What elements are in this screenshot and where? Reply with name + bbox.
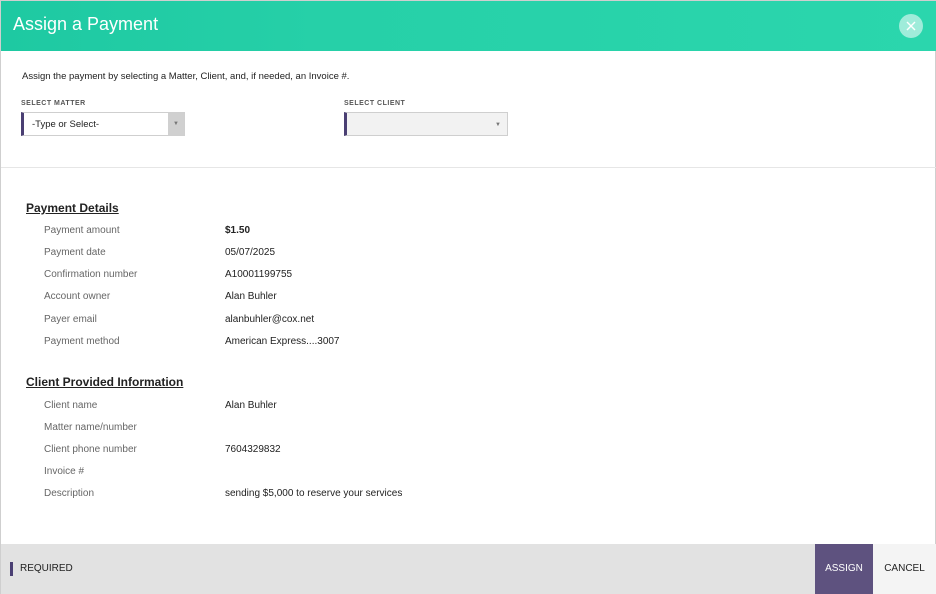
select-client-dropdown[interactable]: ▼ (344, 112, 508, 136)
description-value: sending $5,000 to reserve your services (225, 488, 403, 499)
dialog-footer: REQUIRED ASSIGN CANCEL (1, 544, 936, 594)
select-client-label: SELECT CLIENT (344, 100, 406, 107)
close-button[interactable] (899, 14, 923, 38)
confirmation-number-value: A10001199755 (225, 269, 293, 280)
account-owner-label: Account owner (44, 291, 111, 302)
assign-payment-dialog: Assign a Payment Assign the payment by s… (0, 0, 936, 594)
invoice-number-label: Invoice # (44, 466, 85, 477)
select-matter-toggle[interactable]: ▼ (168, 113, 184, 135)
payment-date-value: 05/07/2025 (225, 247, 276, 258)
payment-method-value: American Express....3007 (225, 336, 340, 347)
required-marker (10, 562, 13, 576)
chevron-down-icon: ▼ (495, 122, 501, 128)
client-phone-value: 7604329832 (225, 444, 281, 455)
account-owner-value: Alan Buhler (225, 291, 277, 302)
cancel-button[interactable]: CANCEL (873, 544, 936, 594)
intro-text: Assign the payment by selecting a Matter… (22, 71, 350, 82)
section-divider (1, 167, 936, 168)
payment-date-label: Payment date (44, 247, 106, 258)
description-label: Description (44, 488, 95, 499)
payment-details-heading: Payment Details (26, 201, 119, 215)
dialog-title: Assign a Payment (13, 14, 159, 34)
payment-amount-value: $1.50 (225, 225, 251, 236)
matter-name-label: Matter name/number (44, 422, 137, 433)
select-matter-label: SELECT MATTER (21, 100, 86, 107)
client-info-heading: Client Provided Information (26, 375, 184, 389)
required-label: REQUIRED (20, 563, 73, 574)
client-phone-label: Client phone number (44, 444, 137, 455)
close-icon (906, 21, 916, 31)
client-name-label: Client name (44, 400, 98, 411)
chevron-down-icon: ▼ (173, 121, 179, 127)
client-name-value: Alan Buhler (225, 400, 277, 411)
payment-amount-label: Payment amount (44, 225, 120, 236)
dialog-header: Assign a Payment (1, 1, 936, 51)
assign-button[interactable]: ASSIGN (815, 544, 873, 594)
select-matter-dropdown[interactable]: -Type or Select- ▼ (21, 112, 185, 136)
payer-email-label: Payer email (44, 314, 97, 325)
payer-email-value: alanbuhler@cox.net (225, 314, 315, 325)
payment-method-label: Payment method (44, 336, 120, 347)
select-matter-value: -Type or Select- (32, 119, 100, 130)
confirmation-number-label: Confirmation number (44, 269, 138, 280)
